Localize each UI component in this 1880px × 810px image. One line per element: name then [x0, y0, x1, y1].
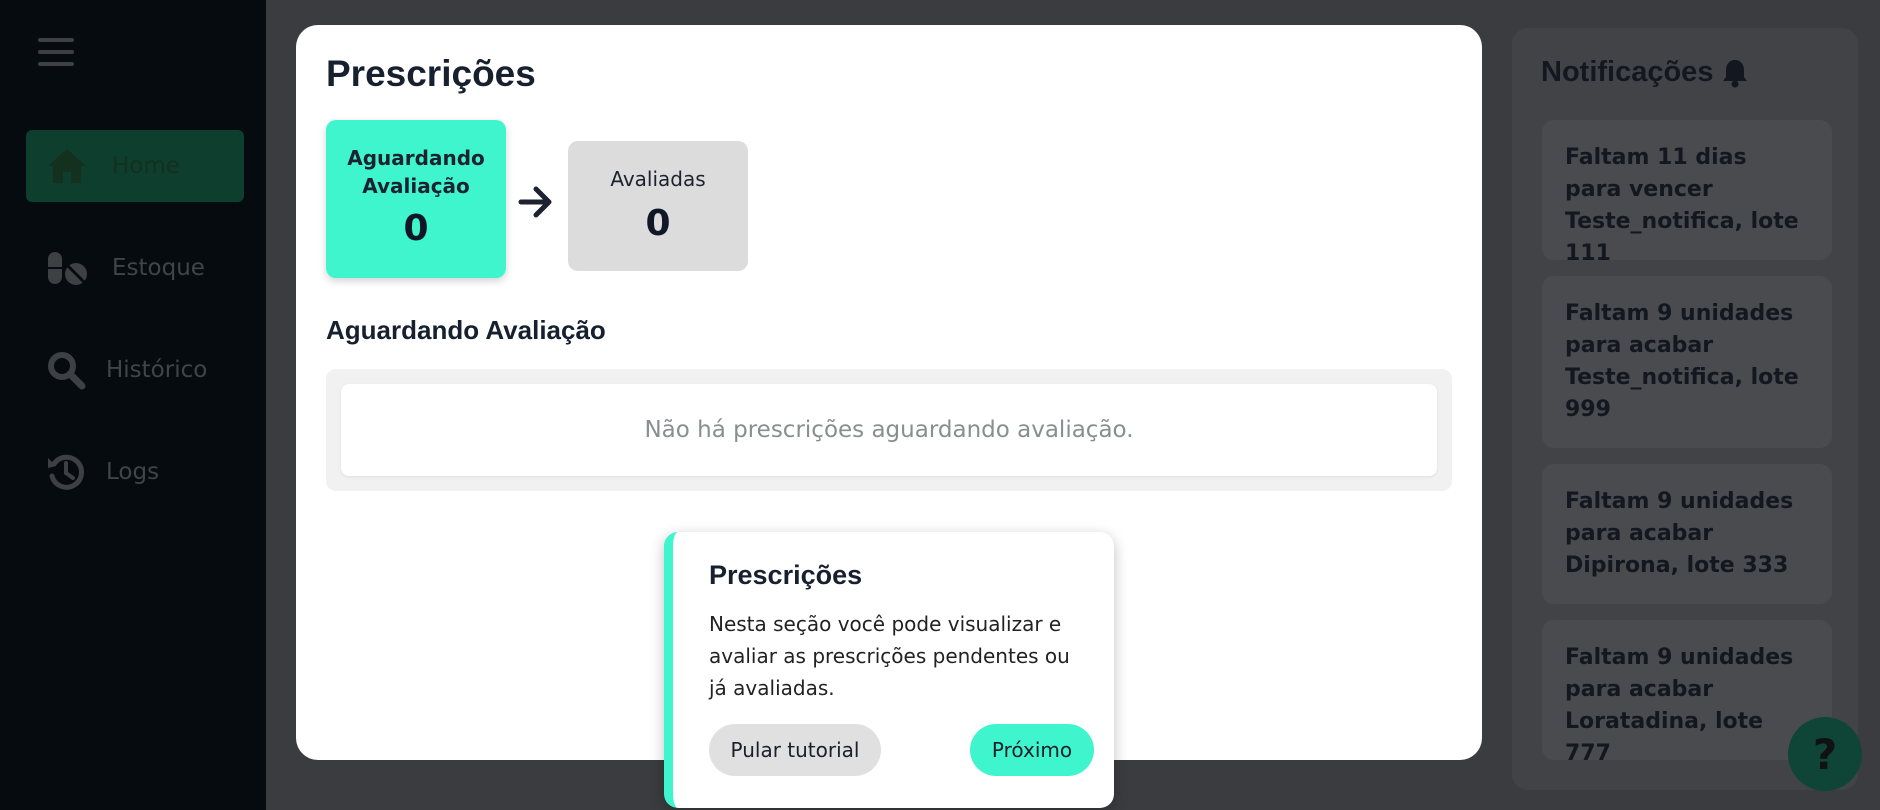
skip-tutorial-button[interactable]: Pular tutorial: [709, 724, 881, 776]
pills-icon: [48, 252, 87, 285]
sidebar-item-label: Home: [112, 153, 180, 179]
bell-icon: [1723, 59, 1748, 87]
notifications-panel: Notificações Faltam 11 dias para vencer …: [1512, 28, 1858, 790]
tutorial-caret: [878, 518, 908, 533]
stat-card-waiting[interactable]: Aguardando Avaliação 0: [326, 120, 506, 278]
search-icon: [48, 352, 86, 390]
history-icon: [48, 454, 85, 490]
stat-value: 0: [645, 203, 671, 244]
notification-item[interactable]: Faltam 9 unidades para acabar Teste_noti…: [1542, 276, 1832, 448]
sidebar-item-estoque[interactable]: Estoque: [26, 232, 244, 304]
home-icon: [48, 149, 86, 183]
stat-card-evaluated[interactable]: Avaliadas 0: [568, 141, 748, 271]
page-title: Prescrições: [326, 53, 536, 94]
help-button[interactable]: ?: [1788, 717, 1862, 791]
sidebar-item-label: Logs: [106, 459, 160, 485]
tutorial-popover: Prescrições Nesta seção você pode visual…: [664, 532, 1114, 808]
stat-label: Aguardando Avaliação: [347, 146, 485, 198]
sidebar-item-historico[interactable]: Histórico: [26, 334, 244, 406]
section-title: Aguardando Avaliação: [326, 315, 606, 345]
sidebar-item-label: Histórico: [106, 357, 208, 383]
prescription-list: Não há prescrições aguardando avaliação.: [326, 369, 1452, 491]
empty-message: Não há prescrições aguardando avaliação.: [341, 384, 1437, 476]
tutorial-text: Nesta seção você pode visualizar e avali…: [709, 612, 1070, 700]
notification-item[interactable]: Faltam 11 dias para vencer Teste_notific…: [1542, 120, 1832, 266]
notifications-title: Notificações: [1541, 56, 1749, 89]
sidebar: Home Estoque Histórico Logs: [0, 0, 266, 810]
notification-item[interactable]: Faltam 9 unidades para acabar Dipirona, …: [1542, 464, 1832, 604]
stat-label: Avaliadas: [610, 167, 706, 191]
notification-item[interactable]: Faltam 9 unidades para acabar Loratadina…: [1542, 620, 1832, 766]
stat-value: 0: [403, 208, 429, 249]
notifications-title-label: Notificações: [1541, 56, 1714, 88]
sidebar-item-logs[interactable]: Logs: [26, 436, 244, 508]
tutorial-title: Prescrições: [709, 560, 863, 590]
next-button[interactable]: Próximo: [970, 724, 1094, 776]
arrow-right-icon: [518, 186, 552, 218]
sidebar-item-home[interactable]: Home: [26, 130, 244, 202]
hamburger-menu-icon[interactable]: [38, 38, 74, 70]
sidebar-item-label: Estoque: [112, 255, 205, 281]
